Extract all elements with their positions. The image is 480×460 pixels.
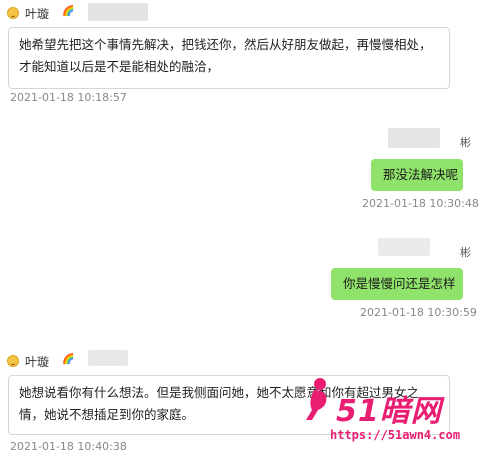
message-text-line: 她希望先把这个事情先解决，把钱还你，然后从好朋友做起，再慢慢相处，: [19, 37, 432, 52]
blurred-nickname: [388, 128, 440, 148]
smiley-icon: [7, 355, 19, 367]
message-timestamp: 2021-01-18 10:30:59: [360, 306, 477, 319]
smiley-icon: [7, 7, 19, 19]
rainbow-icon: 🌈: [62, 354, 75, 365]
blurred-nickname: [88, 350, 128, 366]
watermark-url: https://51awn4.com: [330, 428, 461, 442]
sender-name: 叶璇: [25, 355, 50, 369]
sender-name: 彬: [460, 246, 471, 259]
blurred-nickname: [88, 3, 148, 21]
message-timestamp: 2021-01-18 10:30:48: [362, 197, 479, 210]
watermark-logo: 51暗网: [336, 394, 442, 429]
message-bubble-right: 那没法解决呢: [371, 159, 463, 191]
message-bubble-left: 她希望先把这个事情先解决，把钱还你，然后从好朋友做起，再慢慢相处， 才能知道以后…: [8, 27, 450, 89]
message-timestamp: 2021-01-18 10:40:38: [10, 440, 127, 453]
blurred-nickname: [378, 238, 430, 256]
watermark-figure-icon: [300, 376, 334, 422]
rainbow-icon: 🌈: [62, 6, 75, 17]
message-timestamp: 2021-01-18 10:18:57: [10, 91, 127, 104]
sender-name: 彬: [460, 136, 471, 149]
message-text-line: 才能知道以后是不是能相处的融洽，: [19, 59, 220, 74]
sender-name: 叶璇: [25, 7, 50, 21]
message-bubble-right: 你是慢慢问还是怎样: [331, 268, 463, 300]
